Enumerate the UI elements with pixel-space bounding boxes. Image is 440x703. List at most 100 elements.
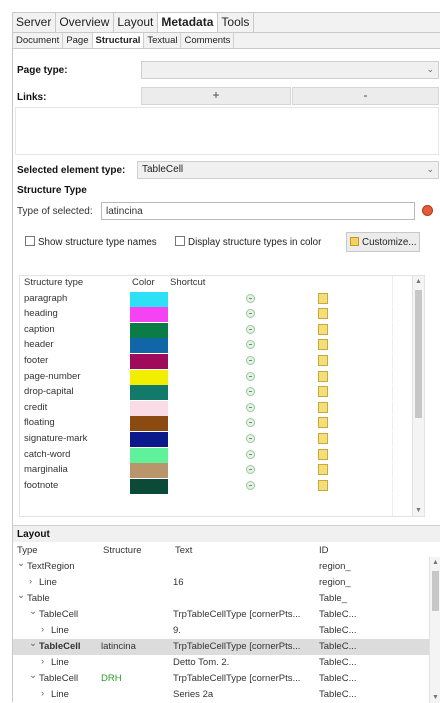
add-shortcut-icon[interactable] [246,387,255,397]
collapse-chevron-icon[interactable]: › [41,688,44,699]
structure-type-row[interactable]: caption [20,322,424,339]
scroll-up-icon[interactable]: ▲ [415,278,422,285]
scrollbar-thumb[interactable] [415,290,422,418]
add-shortcut-icon[interactable] [246,371,255,381]
expand-chevron-icon[interactable]: ⌄ [17,590,25,601]
tab-tools[interactable]: Tools [218,13,255,32]
show-structure-names-checkbox[interactable] [25,236,35,246]
add-shortcut-icon[interactable] [246,293,255,303]
structure-type-row[interactable]: paragraph [20,291,424,308]
selected-element-type-select[interactable]: TableCell ⌄ [137,161,439,179]
layout-tree-row[interactable]: › Line Series 2a TableC... [13,687,440,703]
edit-shortcut-icon[interactable] [318,386,328,398]
expand-chevron-icon[interactable]: ⌄ [29,670,37,681]
layout-tree-row[interactable]: › Line 9. TableC... [13,623,440,639]
collapse-chevron-icon[interactable]: › [41,624,44,635]
structure-type-row[interactable]: page-number [20,369,424,386]
layout-tree-row[interactable]: ⌄ TableCell TrpTableCellType [cornerPts...… [13,606,440,623]
tab-overview[interactable]: Overview [56,13,115,32]
structure-type-row[interactable]: credit [20,400,424,417]
color-swatch[interactable] [130,307,168,323]
layout-tree-row[interactable]: ⌄ TextRegion region_ [13,558,440,575]
layout-tree-row[interactable]: ⌄ TableCell DRH TrpTableCellType [cornerPts… [13,670,440,687]
display-structure-colors-checkbox[interactable] [175,236,185,246]
edit-shortcut-icon[interactable] [318,354,328,366]
color-swatch[interactable] [130,416,168,432]
add-shortcut-icon[interactable] [246,355,255,365]
color-swatch[interactable] [130,385,168,401]
edit-shortcut-icon[interactable] [318,432,328,444]
type-of-selected-input[interactable]: latincina [101,202,415,220]
expand-chevron-icon[interactable]: ⌄ [29,638,37,649]
layout-table-scrollbar[interactable]: ▲ ▼ [429,557,440,703]
customize-button[interactable]: Customize... [346,232,420,252]
layout-tree-row[interactable]: ⌄ TableCell latincina TrpTableCellType [cor… [13,638,440,655]
color-swatch[interactable] [130,400,168,416]
remove-link-button[interactable]: - [292,87,439,105]
subtab-textual[interactable]: Textual [144,33,182,48]
edit-shortcut-icon[interactable] [318,292,328,304]
scrollbar-thumb[interactable] [432,571,439,611]
add-shortcut-icon[interactable] [246,309,255,319]
expand-chevron-icon[interactable]: ⌄ [17,558,25,569]
subtab-document[interactable]: Document [13,33,64,48]
color-swatch[interactable] [130,369,168,385]
scroll-up-icon[interactable]: ▲ [432,559,439,566]
layout-tree-row[interactable]: › Line Detto Tom. 2. TableC... [13,655,440,671]
edit-shortcut-icon[interactable] [318,323,328,335]
add-link-button[interactable]: + [141,87,291,105]
subtab-comments[interactable]: Comments [181,33,235,48]
color-swatch[interactable] [130,291,168,307]
color-swatch[interactable] [130,322,168,338]
structure-type-row[interactable]: heading [20,307,424,323]
structure-type-row[interactable]: marginalia [20,463,424,479]
add-shortcut-icon[interactable] [246,402,255,412]
subtab-page[interactable]: Page [63,33,93,48]
add-shortcut-icon[interactable] [246,324,255,334]
color-swatch[interactable] [130,447,168,463]
structure-type-row[interactable]: footer [20,353,424,370]
tab-server[interactable]: Server [13,13,57,32]
structure-type-row[interactable]: footnote [20,478,424,495]
scroll-down-icon[interactable]: ▼ [432,694,439,701]
add-shortcut-icon[interactable] [246,480,255,490]
display-structure-colors-option[interactable]: Display structure types in color [175,236,321,248]
tab-layout[interactable]: Layout [114,13,159,32]
color-swatch[interactable] [130,338,168,354]
scroll-down-icon[interactable]: ▼ [415,507,422,514]
clear-structure-type-icon[interactable] [422,205,433,216]
add-shortcut-icon[interactable] [246,433,255,443]
structure-table-scrollbar[interactable]: ▲ ▼ [412,276,424,516]
color-swatch[interactable] [130,463,168,479]
layout-tree-row[interactable]: › Line 16 region_ [13,575,440,591]
structure-type-row[interactable]: floating [20,416,424,432]
edit-shortcut-icon[interactable] [318,479,328,491]
structure-type-row[interactable]: signature-mark [20,431,424,448]
edit-shortcut-icon[interactable] [318,339,328,351]
links-list[interactable] [15,107,439,155]
page-type-select[interactable]: ⌄ [141,61,439,79]
tab-metadata[interactable]: Metadata [158,13,219,32]
add-shortcut-icon[interactable] [246,465,255,475]
add-shortcut-icon[interactable] [246,418,255,428]
edit-shortcut-icon[interactable] [318,308,328,320]
show-structure-names-option[interactable]: Show structure type names [25,236,157,248]
edit-shortcut-icon[interactable] [318,417,328,429]
edit-shortcut-icon[interactable] [318,401,328,413]
edit-shortcut-icon[interactable] [318,370,328,382]
structure-type-row[interactable]: header [20,338,424,354]
structure-type-row[interactable]: catch-word [20,447,424,464]
subtab-structural[interactable]: Structural [92,33,145,48]
structure-type-row[interactable]: drop-capital [20,385,424,401]
color-swatch[interactable] [130,431,168,447]
edit-shortcut-icon[interactable] [318,464,328,476]
collapse-chevron-icon[interactable]: › [41,656,44,667]
add-shortcut-icon[interactable] [246,449,255,459]
edit-shortcut-icon[interactable] [318,448,328,460]
color-swatch[interactable] [130,353,168,369]
collapse-chevron-icon[interactable]: › [29,576,32,587]
expand-chevron-icon[interactable]: ⌄ [29,606,37,617]
add-shortcut-icon[interactable] [246,340,255,350]
layout-tree-row[interactable]: ⌄ Table Table_ [13,590,440,607]
color-swatch[interactable] [130,478,168,494]
